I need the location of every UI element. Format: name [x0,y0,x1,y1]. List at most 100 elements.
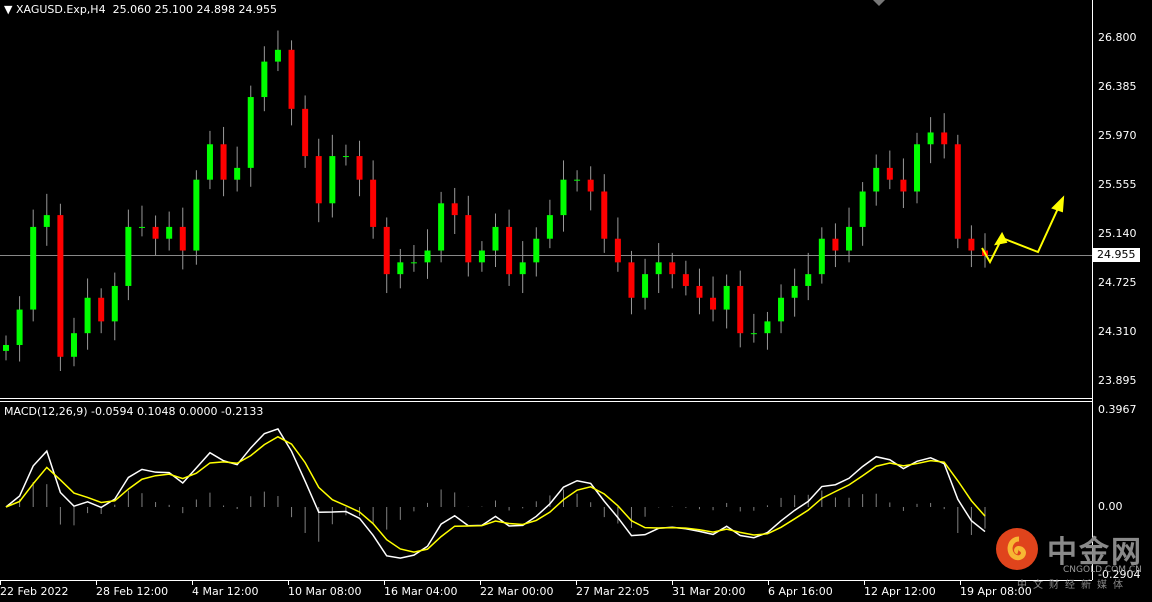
candle-body [927,132,934,145]
candle [220,126,227,197]
scroll-marker-icon[interactable] [873,0,885,6]
candle-body [710,297,717,310]
candle-body [519,262,526,275]
price-tick: 24.725 [1098,276,1137,289]
candle [206,130,213,190]
candle-body [383,226,390,275]
candle [288,40,295,126]
candle-body [465,215,472,263]
candle [710,276,717,322]
candle [179,207,186,270]
candle-body [438,203,445,251]
candle [954,134,961,249]
candle-body [723,285,730,310]
candle-body [478,250,485,263]
candle-body [642,274,649,298]
cngold-logo: 中金网 CNGOLD.COM.CN 中文财经新媒体 [995,525,1145,595]
time-label: 31 Mar 20:00 [672,585,746,598]
symbol-label: XAGUSD.Exp,H4 [15,3,106,16]
candle [465,195,472,277]
candle [478,241,485,272]
candle-body [329,156,336,204]
candle [16,296,23,362]
candle [750,313,757,343]
forecast-arrows [981,195,1065,265]
candle-body [968,238,975,251]
candle [846,207,853,263]
candle-body [125,226,132,286]
macd-panel [5,428,986,559]
candle-body [941,132,948,145]
candle [805,252,812,301]
candle-body [750,333,757,335]
candle [438,191,445,263]
candle-body [3,344,9,351]
candle-body [315,156,322,204]
time-label: 12 Apr 12:00 [864,585,936,598]
candle-body [424,250,431,263]
candle-body [574,179,581,181]
candle [859,182,866,246]
candle [764,311,771,350]
time-label: 6 Apr 16:00 [768,585,833,598]
macd-tick: 0.3967 [1098,403,1137,416]
candle-body [193,179,200,251]
candle-body [914,144,921,192]
candle [370,160,377,239]
candle-body [954,144,961,239]
candle [778,284,785,334]
candle [138,205,145,237]
candle-body [166,226,173,239]
candle [234,146,241,192]
candle-body [655,262,662,275]
candle [737,270,744,348]
candle [574,170,581,192]
time-label: 16 Mar 04:00 [384,585,458,598]
candle-body [247,97,254,168]
candle-body [846,226,853,251]
candle-body [220,144,227,180]
candle-body [451,203,458,216]
logo-domain: CNGOLD.COM.CN [1063,565,1142,575]
candle-body [356,156,363,180]
price-tick: 25.140 [1098,227,1137,240]
forecast-path [981,203,1061,265]
candle-body [764,321,771,334]
time-label: 27 Mar 22:05 [576,585,650,598]
ohlc-values: 25.060 25.100 24.898 24.955 [112,3,278,16]
candle [3,335,9,361]
candle-body [261,61,268,98]
candle [98,288,105,334]
candle [546,199,553,249]
candle-body [98,297,105,322]
candle-body [492,226,499,251]
candle [791,268,798,317]
candle-body [234,167,241,180]
candle-body [274,49,281,62]
candle [914,132,921,204]
candle [397,248,404,289]
candle [968,225,975,268]
candle-body [832,238,839,251]
candle [628,250,635,315]
candle [941,113,948,159]
time-label: 10 Mar 08:00 [288,585,362,598]
candle [506,209,513,286]
candle [601,174,608,253]
candle-body [397,262,404,275]
logo-slogan: 中文财经新媒体 [1017,580,1129,591]
chart-canvas[interactable] [0,0,1152,602]
candle-body [546,215,553,239]
candle-body [818,238,825,275]
candle [682,260,689,296]
candle [274,30,281,72]
candle-body [805,274,812,286]
candle [560,160,567,232]
candle [383,217,390,294]
macd-signal-line [5,435,986,553]
candle-body [410,262,417,264]
price-tick: 26.800 [1098,31,1137,44]
candle-body [737,285,744,334]
candle-body [302,108,309,157]
symbol-header: ▼ XAGUSD.Exp,H4 25.060 25.100 24.898 24.… [4,3,278,16]
